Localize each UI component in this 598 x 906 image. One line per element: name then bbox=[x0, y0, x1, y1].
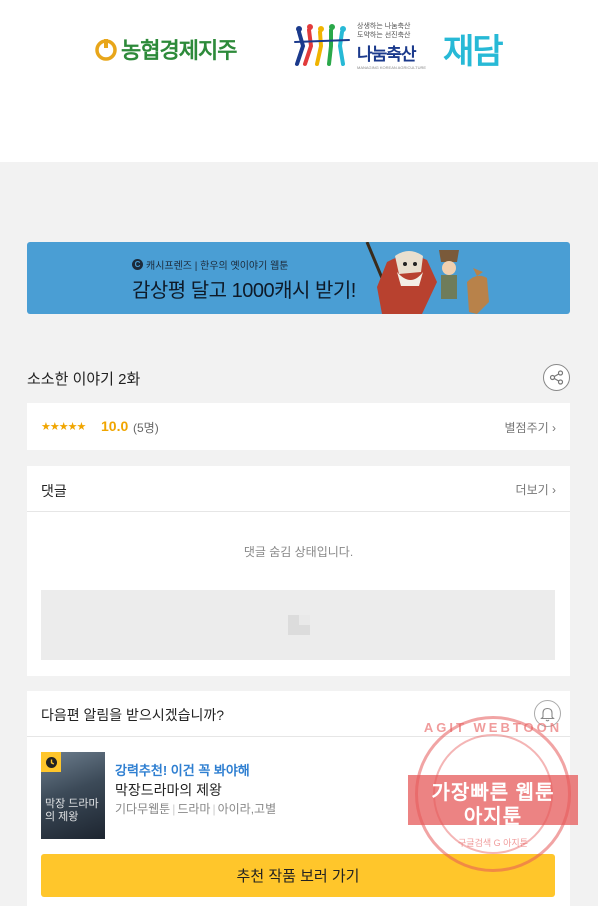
rate-button[interactable]: 별점주기 › bbox=[505, 419, 557, 436]
comment-hidden-message: 댓글 숨김 상태입니다. bbox=[243, 545, 354, 559]
image-placeholder-icon bbox=[288, 615, 310, 635]
recommend-tag: 강력추천! 이건 꼭 봐야해 bbox=[115, 763, 250, 778]
nanum-logo: 상생하는 나눔축산 도약하는 선진축산 나눔축산 MANAGING KOREAN… bbox=[293, 22, 426, 70]
comment-title: 댓글 bbox=[41, 483, 67, 499]
cashfriends-c-icon: C bbox=[132, 259, 143, 270]
thumbnail-title-art: 막장 드라마의 제왕 bbox=[45, 798, 99, 823]
recommended-thumbnail[interactable]: 막장 드라마의 제왕 bbox=[41, 752, 105, 839]
recommended-title[interactable]: 막장드라마의 제왕 bbox=[115, 780, 222, 800]
ad-placeholder[interactable] bbox=[41, 590, 555, 660]
nanum-logo-text: 상생하는 나눔축산 도약하는 선진축산 나눔축산 MANAGING KOREAN… bbox=[357, 22, 426, 70]
nh-logo: 농협경제지주 bbox=[95, 33, 237, 65]
episode-title: 소소한 이야기 2화 bbox=[27, 371, 141, 388]
notify-question: 다음편 알림을 받으시겠습니까? bbox=[41, 707, 225, 723]
wait-free-clock-icon bbox=[41, 752, 61, 772]
banner-headline: 감상평 달고 1000캐시 받기! bbox=[132, 280, 356, 302]
rating-score: 10.0 bbox=[101, 418, 129, 434]
nanum-name: 나눔축산 bbox=[357, 45, 417, 64]
jaedam-logo: 재담 bbox=[443, 33, 504, 71]
meta-separator: | bbox=[212, 802, 216, 816]
meta-authors: 아이라,고별 bbox=[217, 802, 277, 816]
people-figures-icon bbox=[294, 24, 350, 66]
comment-card: 댓글 더보기 › 댓글 숨김 상태입니다. bbox=[27, 466, 570, 676]
share-button[interactable] bbox=[543, 364, 570, 391]
rating-card: ★★★★★ 10.0 (5명) 별점주기 › bbox=[27, 403, 570, 450]
nanum-slogan-1: 상생하는 나눔축산 bbox=[357, 23, 411, 30]
cash-event-banner[interactable]: C 캐시프렌즈 | 한우의 옛이야기 웹툰 감상평 달고 1000캐시 받기! bbox=[27, 242, 570, 314]
comment-more-link[interactable]: 더보기 › bbox=[516, 481, 556, 498]
notify-bell-button[interactable] bbox=[534, 700, 561, 727]
next-episode-notify-card: 다음편 알림을 받으시겠습니까? 막장 드라마의 제왕 강력추천! 이건 꼭 봐… bbox=[27, 691, 570, 906]
share-icon bbox=[549, 370, 564, 385]
divider bbox=[27, 511, 570, 512]
recommended-meta: 기다무웹툰 | 드라마 | 아이라,고별 bbox=[115, 800, 276, 817]
meta-genre: 드라마 bbox=[177, 802, 211, 816]
divider bbox=[27, 736, 570, 737]
banner-subtitle: 캐시프렌즈 | 한우의 옛이야기 웹툰 bbox=[146, 261, 289, 272]
meta-separator: | bbox=[172, 802, 176, 816]
meta-platform: 기다무웹툰 bbox=[115, 802, 171, 816]
bell-icon bbox=[540, 707, 555, 721]
rating-stars: ★★★★★ bbox=[41, 421, 86, 433]
rating-count: (5명) bbox=[133, 421, 159, 435]
nanum-english: MANAGING KOREAN AGRICULTURE bbox=[357, 65, 427, 70]
nh-emblem-icon bbox=[95, 39, 117, 61]
nh-logo-text: 농협경제지주 bbox=[121, 38, 237, 63]
banner-subtitle-row: C 캐시프렌즈 | 한우의 옛이야기 웹툰 bbox=[132, 257, 289, 272]
sponsor-bar: 농협경제지주 상생하는 나눔축산 도약하는 선진축산 나눔축산 MANAGING… bbox=[0, 0, 598, 162]
warrior-illustration-icon bbox=[365, 242, 489, 314]
view-recommended-button[interactable]: 추천 작품 보러 가기 bbox=[41, 854, 555, 897]
nanum-slogan-2: 도약하는 선진축산 bbox=[357, 32, 411, 39]
